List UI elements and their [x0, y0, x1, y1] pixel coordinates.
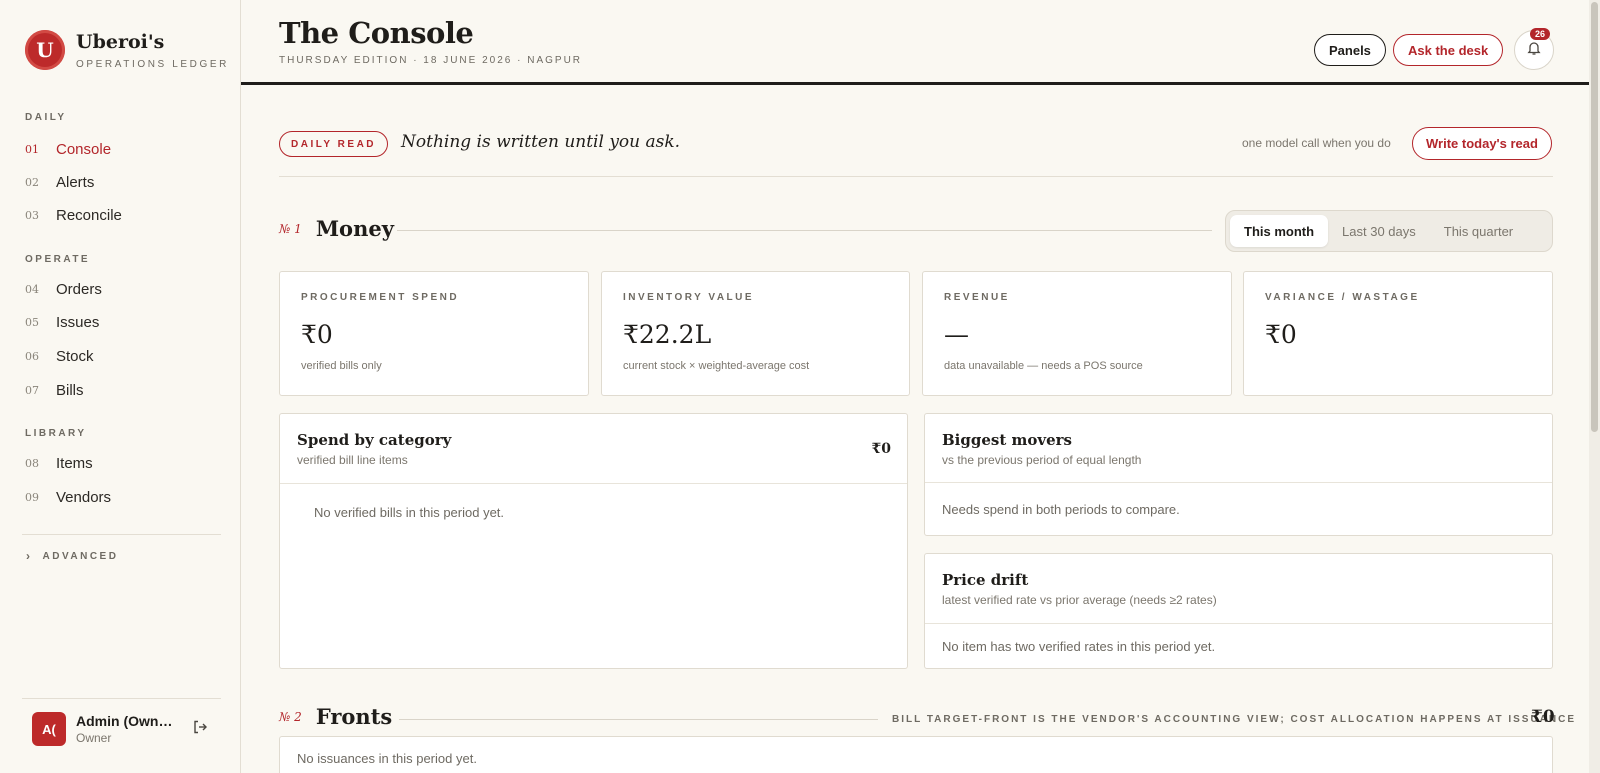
sidebar-item-label: Alerts [56, 173, 95, 191]
empty-state: No issuances in this period yet. [297, 751, 477, 766]
fronts-panel: No issuances in this period yet. [279, 736, 1553, 773]
biggest-movers-panel: Biggest movers vs the previous period of… [924, 413, 1553, 536]
sidebar-item-bills[interactable]: 07 Bills [25, 378, 84, 402]
section-number: № 1 [279, 221, 302, 236]
brand-name: Uberoi's [76, 30, 165, 53]
advanced-label: ADVANCED [42, 550, 119, 562]
kpi-variance-wastage: VARIANCE / WASTAGE ₹0 [1243, 271, 1553, 396]
brand-logo: U [25, 30, 65, 70]
fronts-amount: ₹0 [1531, 707, 1555, 727]
logout-icon[interactable] [192, 719, 208, 739]
section-rule [397, 230, 1212, 231]
kpi-value: ₹0 [1265, 320, 1297, 349]
sidebar-divider [22, 534, 221, 535]
panel-title: Biggest movers [942, 431, 1072, 449]
sidebar-item-stock[interactable]: 06 Stock [25, 344, 94, 368]
notification-badge: 26 [1530, 28, 1551, 40]
kpi-value: ₹22.2L [623, 320, 712, 349]
panels-button[interactable]: Panels [1314, 34, 1386, 66]
panel-subtitle: verified bill line items [297, 453, 408, 467]
sidebar-item-items[interactable]: 08 Items [25, 451, 93, 475]
brand-subtitle: OPERATIONS LEDGER [76, 58, 229, 70]
sidebar-item-label: Stock [56, 347, 94, 365]
spend-by-category-panel: Spend by category verified bill line ite… [279, 413, 908, 669]
nav-section-daily: DAILY [25, 112, 67, 123]
ask-desk-button[interactable]: Ask the desk [1393, 34, 1504, 66]
scrollbar[interactable] [1589, 0, 1600, 773]
period-selector: This month Last 30 days This quarter [1225, 210, 1553, 252]
fronts-section-header: № 2 Fronts [279, 704, 392, 729]
kpi-revenue: REVENUE — data unavailable — needs a POS… [922, 271, 1232, 396]
panel-subtitle: latest verified rate vs prior average (n… [942, 593, 1217, 607]
period-last-30-days[interactable]: Last 30 days [1328, 215, 1430, 247]
sidebar-item-label: Bills [56, 381, 84, 399]
price-drift-panel: Price drift latest verified rate vs prio… [924, 553, 1553, 669]
sidebar-item-label: Reconcile [56, 206, 122, 224]
edition-line: THURSDAY EDITION · 18 JUNE 2026 · NAGPUR [279, 55, 583, 66]
empty-state: Needs spend in both periods to compare. [942, 502, 1180, 517]
section-rule [399, 719, 878, 720]
empty-state: No item has two verified rates in this p… [942, 639, 1216, 654]
panel-subtitle: vs the previous period of equal length [942, 453, 1142, 467]
panel-amount: ₹0 [871, 441, 891, 457]
chevron-right-icon: › [26, 549, 33, 563]
sidebar-item-orders[interactable]: 04 Orders [25, 277, 102, 301]
sidebar-item-label: Issues [56, 313, 100, 331]
bell-icon [1526, 40, 1542, 61]
kpi-inventory-value: INVENTORY VALUE ₹22.2L current stock × w… [601, 271, 910, 396]
brand[interactable]: U Uberoi's OPERATIONS LEDGER [25, 30, 229, 70]
daily-read-quote: Nothing is written until you ask. [401, 132, 681, 152]
sidebar-item-label: Console [56, 140, 112, 158]
period-this-quarter[interactable]: This quarter [1430, 215, 1527, 247]
avatar[interactable]: A( [32, 712, 66, 746]
sidebar-item-label: Orders [56, 280, 102, 298]
user-role: Owner [76, 731, 112, 745]
page-title: The Console [279, 16, 474, 50]
daily-read-hint: one model call when you do [1242, 136, 1391, 150]
daily-read-bar: DAILY READ Nothing is written until you … [279, 127, 1553, 177]
fronts-note: BILL TARGET-FRONT IS THE VENDOR'S ACCOUN… [892, 714, 1577, 725]
section-title: Money [315, 216, 394, 241]
section-title: Fronts [315, 704, 393, 729]
page-header: The Console THURSDAY EDITION · 18 JUNE 2… [241, 0, 1589, 85]
panel-title: Spend by category [297, 431, 452, 449]
advanced-toggle[interactable]: › ADVANCED [26, 549, 118, 563]
daily-read-tag: DAILY READ [279, 131, 389, 157]
write-read-button[interactable]: Write today's read [1412, 127, 1552, 160]
nav-section-library: LIBRARY [25, 428, 87, 439]
nav-section-operate: OPERATE [25, 254, 91, 265]
sidebar-item-reconcile[interactable]: 03 Reconcile [25, 203, 122, 227]
user-name: Admin (Owner) [76, 713, 176, 729]
sidebar-item-label: Items [56, 454, 93, 472]
panel-title: Price drift [942, 571, 1029, 589]
scrollbar-thumb[interactable] [1591, 2, 1598, 432]
kpi-procurement-spend: PROCUREMENT SPEND ₹0 verified bills only [279, 271, 589, 396]
money-section-header: № 1 Money [279, 216, 394, 241]
sidebar-item-console[interactable]: 01 Console [25, 137, 111, 161]
section-number: № 2 [279, 709, 302, 724]
user-card: A( Admin (Owner) Owner [22, 698, 221, 746]
sidebar-item-issues[interactable]: 05 Issues [25, 310, 99, 334]
kpi-value: — [944, 320, 969, 349]
empty-state: No verified bills in this period yet. [314, 505, 505, 520]
sidebar-item-label: Vendors [56, 488, 112, 506]
sidebar: U Uberoi's OPERATIONS LEDGER DAILY 01 Co… [0, 0, 241, 773]
period-this-month[interactable]: This month [1230, 215, 1329, 247]
sidebar-item-vendors[interactable]: 09 Vendors [25, 485, 111, 509]
kpi-value: ₹0 [301, 320, 333, 349]
sidebar-item-alerts[interactable]: 02 Alerts [25, 170, 94, 194]
